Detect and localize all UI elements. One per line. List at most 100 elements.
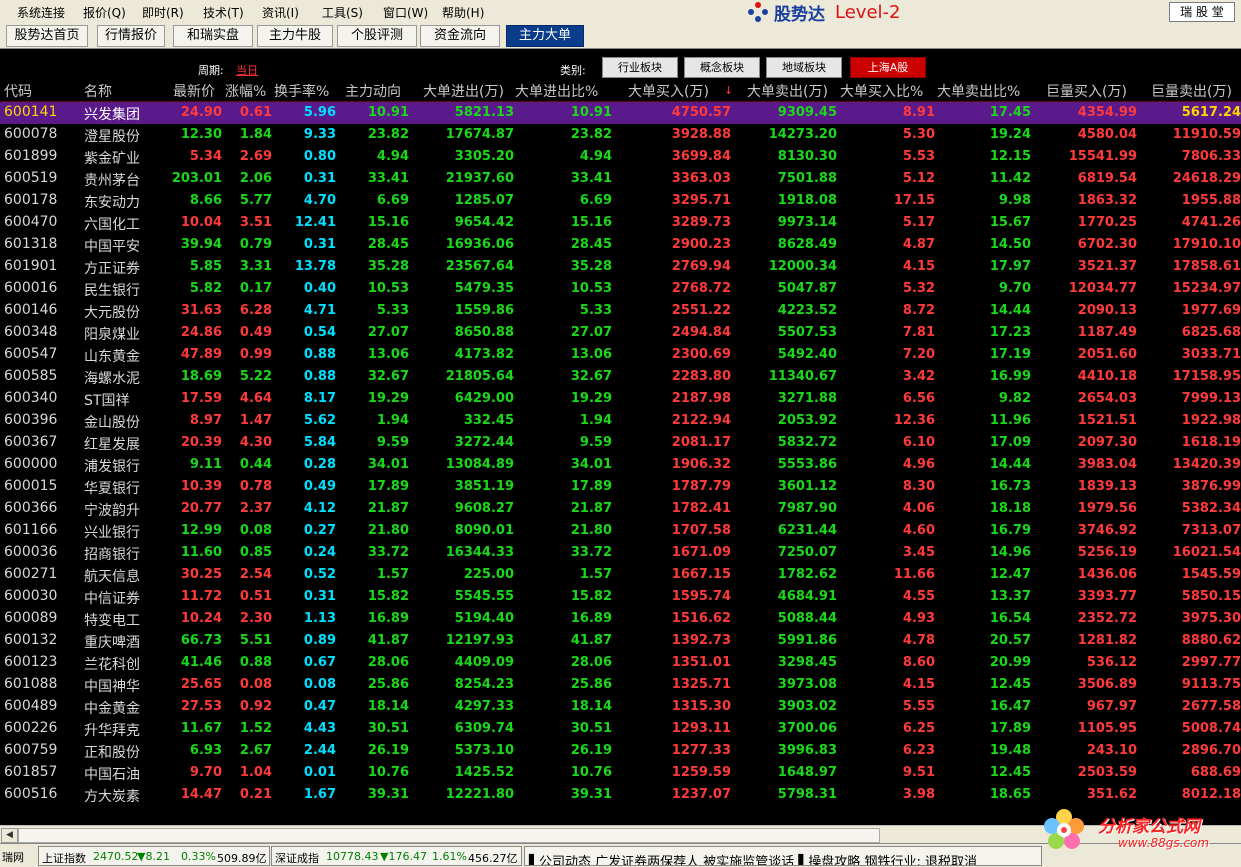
cell-name: 山东黄金 [84,349,140,365]
category-sh-a-button[interactable]: 上海A股 [850,57,926,78]
menu-quote[interactable]: 报价(Q) [83,4,126,21]
tab-quotes[interactable]: 行情报价 [97,25,165,47]
cell-value: 8880.62 [1181,633,1241,648]
table-row[interactable]: 600178 东安动力 8.66 5.77 4.70 6.69 1285.07 6.69 329… [0,190,1241,212]
table-row[interactable]: 600396 金山股份 8.97 1.47 5.62 1.94 332.45 1.94 2122… [0,410,1241,432]
col-header-name[interactable]: 名称 [84,81,112,101]
scroll-left-icon[interactable]: ◀ [1,828,18,843]
table-row[interactable]: 600759 正和股份 6.93 2.67 2.44 26.19 5373.10 26.19 1… [0,740,1241,762]
tab-live-trading[interactable]: 和瑞实盘 [173,25,253,47]
col-header-turnover[interactable]: 换手率% [274,81,329,101]
table-row[interactable]: 600519 贵州茅台 203.01 2.06 0.31 33.41 21937.60 33.… [0,168,1241,190]
table-row[interactable]: 600585 海螺水泥 18.69 5.22 0.88 32.67 21805.64 32.6… [0,366,1241,388]
tab-main-bull[interactable]: 主力牛股 [257,25,333,47]
cell-name: ST国祥 [84,393,130,409]
table-row[interactable]: 600000 浦发银行 9.11 0.44 0.28 34.01 13084.89 34.01… [0,454,1241,476]
cell-value: 5507.53 [777,325,837,340]
col-header-code[interactable]: 代码 [4,81,32,101]
cell-value: 25.86 [367,677,409,692]
cell-value: 34.01 [570,457,612,472]
table-row[interactable]: 600141 兴发集团 24.90 0.61 5.96 10.91 5821.13 10.91… [0,102,1241,124]
tab-fund-flow[interactable]: 资金流向 [420,25,500,47]
cell-value: 14.47 [180,787,222,802]
cell-value: 243.10 [1086,743,1137,758]
table-row[interactable]: 600078 澄星股份 12.30 1.84 9.33 23.82 17674.87 23.8… [0,124,1241,146]
table-row[interactable]: 601088 中国神华 25.65 0.08 0.08 25.86 8254.23 25.86… [0,674,1241,696]
table-row[interactable]: 600547 山东黄金 47.89 0.99 0.88 13.06 4173.82 13.06… [0,344,1241,366]
table-row[interactable]: 600366 宁波韵升 20.77 2.37 4.12 21.87 9608.27 21.87… [0,498,1241,520]
period-value-link[interactable]: 当日 [236,62,258,78]
cell-value: 0.08 [239,677,272,692]
user-button[interactable]: 瑞 股 堂 [1169,2,1235,22]
menu-technical[interactable]: 技术(T) [203,4,244,21]
table-row[interactable]: 601857 中国石油 9.70 1.04 0.01 10.76 1425.52 10.76 1… [0,762,1241,784]
scrollbar-thumb[interactable] [18,828,880,843]
col-header-huge-buy[interactable]: 巨量买入(万) [1046,81,1127,101]
col-header-big-sell-ratio[interactable]: 大单卖出比% [937,81,1020,101]
cell-value: 16.89 [570,611,612,626]
table-row[interactable]: 600367 红星发展 20.39 4.30 5.84 9.59 3272.44 9.59 20… [0,432,1241,454]
category-industry-button[interactable]: 行业板块 [602,57,678,78]
menu-realtime[interactable]: 即时(R) [142,4,184,21]
table-row[interactable]: 600226 升华拜克 11.67 1.52 4.43 30.51 6309.74 30.51… [0,718,1241,740]
tab-main-big-orders[interactable]: 主力大单 [506,25,584,47]
table-row[interactable]: 600030 中信证券 11.72 0.51 0.31 15.82 5545.55 15.82… [0,586,1241,608]
table-row[interactable]: 600123 兰花科创 41.46 0.88 0.67 28.06 4409.09 28.06… [0,652,1241,674]
sh-index-box[interactable]: 上证指数 2470.52 ▼8.21 0.33% 509.89亿 [38,846,270,866]
cell-value: 8.17 [303,391,336,406]
menu-info[interactable]: 资讯(I) [262,4,299,21]
col-header-big-buy-ratio[interactable]: 大单买入比% [840,81,923,101]
news-ticker[interactable]: ▌公司动态 广发证券两保荐人 被实施监管谈话 ▌操盘攻略 钢铁行业: 退税取消 [529,851,977,865]
cell-value: 5.85 [189,259,222,274]
site-watermark: 分析家公式网 www.88gs.com [1040,806,1240,862]
table-row[interactable]: 601901 方正证券 5.85 3.31 13.78 35.28 23567.64 35.2… [0,256,1241,278]
table-row[interactable]: 600015 华夏银行 10.39 0.78 0.49 17.89 3851.19 17.89… [0,476,1241,498]
table-row[interactable]: 601899 紫金矿业 5.34 2.69 0.80 4.94 3305.20 4.94 369… [0,146,1241,168]
cell-value: 1.57 [579,567,612,582]
table-row[interactable]: 601318 中国平安 39.94 0.79 0.31 28.45 16936.06 28.4… [0,234,1241,256]
col-header-big-buy[interactable]: 大单买入(万) [628,81,709,101]
cell-code: 600585 [4,368,58,384]
menu-tools[interactable]: 工具(S) [322,4,363,21]
col-header-big-sell[interactable]: 大单卖出(万) [747,81,828,101]
table-row[interactable]: 600089 特变电工 10.24 2.30 1.13 16.89 5194.40 16.89… [0,608,1241,630]
table-row[interactable]: 600516 方大炭素 14.47 0.21 1.67 39.31 12221.80 39.3… [0,784,1241,806]
menu-system[interactable]: 系统连接 [17,4,65,21]
cell-value: 12.47 [989,567,1031,582]
cell-value: 27.07 [570,325,612,340]
table-row[interactable]: 600132 重庆啤酒 66.73 5.51 0.89 41.87 12197.93 41.8… [0,630,1241,652]
cell-value: 3.51 [239,215,272,230]
cell-value: 1.04 [239,765,272,780]
tab-home[interactable]: 股势达首页 [6,25,88,47]
news-ticker-box[interactable]: ▌公司动态 广发证券两保荐人 被实施监管谈话 ▌操盘攻略 钢铁行业: 退税取消 [524,846,1042,866]
tab-stock-eval[interactable]: 个股评测 [337,25,417,47]
table-row[interactable]: 600036 招商银行 11.60 0.85 0.24 33.72 16344.33 33.7… [0,542,1241,564]
category-region-button[interactable]: 地域板块 [766,57,842,78]
table-row[interactable]: 600016 民生银行 5.82 0.17 0.40 10.53 5479.35 10.53 2… [0,278,1241,300]
table-row[interactable]: 600348 阳泉煤业 24.86 0.49 0.54 27.07 8650.88 27.07… [0,322,1241,344]
col-header-big-net[interactable]: 大单进出(万) [423,81,504,101]
menu-window[interactable]: 窗口(W) [383,4,428,21]
table-row[interactable]: 600340 ST国祥 17.59 4.64 8.17 19.29 6429.00 19.29… [0,388,1241,410]
cell-value: 15.67 [989,215,1031,230]
cell-value: 6.25 [902,721,935,736]
sz-index-box[interactable]: 深证成指 10778.43 ▼176.47 1.61% 456.27亿 [271,846,522,866]
category-label: 类别: [560,64,586,77]
col-header-main-trend[interactable]: 主力动向 [345,81,401,101]
category-concept-button[interactable]: 概念板块 [684,57,760,78]
table-row[interactable]: 600489 中金黄金 27.53 0.92 0.47 18.14 4297.33 18.14… [0,696,1241,718]
cell-value: 4.87 [902,237,935,252]
cell-value: 2300.69 [671,347,731,362]
cell-name: 华夏银行 [84,481,140,497]
table-row[interactable]: 600271 航天信息 30.25 2.54 0.52 1.57 225.00 1.57 166… [0,564,1241,586]
col-header-huge-sell[interactable]: 巨量卖出(万) [1151,81,1232,101]
cell-value: 3928.88 [671,127,731,142]
menu-help[interactable]: 帮助(H) [442,4,484,21]
table-row[interactable]: 600470 六国化工 10.04 3.51 12.41 15.16 9654.42 15.1… [0,212,1241,234]
table-row[interactable]: 601166 兴业银行 12.99 0.08 0.27 21.80 8090.01 21.80… [0,520,1241,542]
col-header-price[interactable]: 最新价 [173,81,215,101]
table-row[interactable]: 600146 大元股份 31.63 6.28 4.71 5.33 1559.86 5.33 25… [0,300,1241,322]
cell-value: 1325.71 [671,677,731,692]
col-header-big-net-ratio[interactable]: 大单进出比% [515,81,598,101]
col-header-change[interactable]: 涨幅% [225,81,266,101]
